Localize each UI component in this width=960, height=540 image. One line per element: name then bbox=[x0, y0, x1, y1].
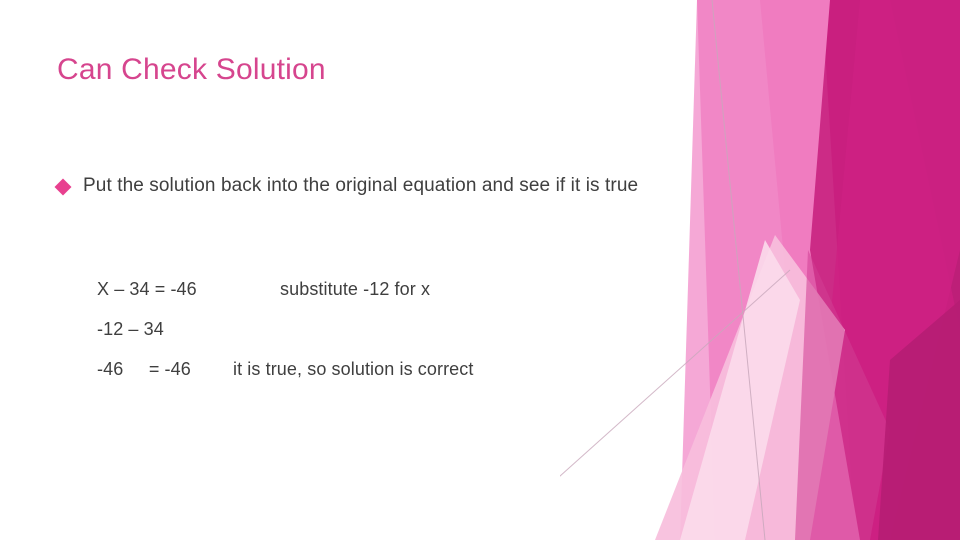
slide-title: Can Check Solution bbox=[57, 53, 326, 86]
equation-annotation: it is true, so solution is correct bbox=[233, 359, 474, 379]
equation-work-block: X – 34 = -46 substitute -12 for x -12 – … bbox=[97, 279, 474, 399]
equation-annotation: substitute -12 for x bbox=[280, 279, 431, 299]
facet-shape-pink-overlay-upper bbox=[680, 0, 785, 540]
facet-decoration-graphic bbox=[560, 0, 960, 540]
facet-shape-pink-band bbox=[697, 0, 860, 540]
facet-shape-bottom-accent bbox=[878, 300, 960, 540]
facet-shape-magenta-wedge bbox=[798, 0, 960, 540]
hairline-diagonal bbox=[560, 269, 791, 477]
hairline-vertical bbox=[711, 0, 766, 540]
facet-shape-light-pink-lower bbox=[655, 235, 845, 540]
equation-expression: -12 – 34 bbox=[97, 319, 164, 339]
facet-shape-bright-magenta bbox=[810, 0, 960, 540]
bullet-list-item: Put the solution back into the original … bbox=[54, 173, 737, 199]
equation-expression: X – 34 = -46 bbox=[97, 279, 197, 299]
slide-canvas: Can Check Solution Put the solution back… bbox=[0, 0, 960, 540]
equation-expression: -46 = -46 bbox=[97, 359, 191, 379]
facet-shape-deep-magenta-base bbox=[822, 0, 960, 540]
diamond-bullet-icon bbox=[54, 178, 72, 196]
equation-line: -12 – 34 bbox=[97, 319, 474, 359]
bullet-list: Put the solution back into the original … bbox=[54, 173, 737, 199]
bullet-item-text: Put the solution back into the original … bbox=[83, 175, 639, 196]
equation-line: X – 34 = -46 substitute -12 for x bbox=[97, 279, 474, 319]
equation-line: -46 = -46 it is true, so solution is cor… bbox=[97, 359, 474, 399]
facet-shape-dark-cross bbox=[795, 250, 890, 540]
facet-shape-pale-highlight bbox=[680, 240, 800, 540]
